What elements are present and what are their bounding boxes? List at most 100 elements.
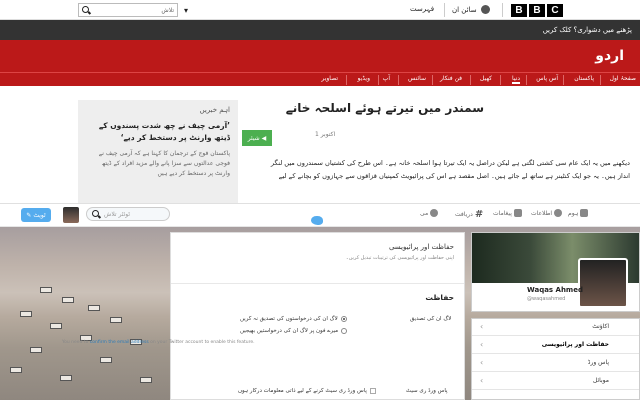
tw-nav-me[interactable]: می (420, 209, 439, 217)
bed-shape (30, 347, 42, 353)
settings-menu-item-security[interactable]: حفاظت اور پرائیویسی ‹ (472, 337, 639, 354)
top-stories-box: اہم خبریں ’آرمی چیف نے چھ شدت پسندوں کے … (78, 100, 238, 208)
top-story-summary: پاکستان فوج کے ترجمان کا کہنا ہے کہ آرمی… (98, 150, 230, 177)
bbc-search-box[interactable]: تلاش (78, 3, 178, 17)
nav-item-nearby[interactable]: آس پاس (536, 75, 558, 82)
search-icon[interactable] (92, 209, 101, 219)
radio-button[interactable] (340, 316, 347, 322)
bed-shape (88, 305, 100, 311)
bbc-logo-letter: B (529, 4, 545, 17)
user-icon (430, 209, 439, 217)
site-title[interactable]: اردو (595, 48, 624, 64)
login-verification-label: لاگ ان کی تصدیق (410, 316, 452, 322)
nav-item-science[interactable]: سائنس (408, 75, 426, 82)
mail-icon (513, 209, 522, 217)
nav-item-home[interactable]: صفحۂ اول (610, 75, 636, 82)
search-icon[interactable] (82, 5, 91, 15)
nav-divider (432, 75, 433, 85)
nav-item-pakistan[interactable]: پاکستان (574, 75, 594, 82)
confirm-email-link[interactable]: confirm the email address (90, 340, 149, 345)
note-prefix: You need to (62, 340, 89, 345)
more-dropdown[interactable]: ▾ (184, 6, 188, 15)
hash-icon: # (474, 209, 484, 220)
tw-nav-discover-label: دریافت (455, 211, 473, 218)
settings-title: حفاظت اور پرائیویسی (388, 243, 454, 251)
bed-shape (40, 287, 52, 293)
menu-item-label: موبائل (592, 377, 609, 384)
tw-nav-discover[interactable]: دریافت # (455, 209, 483, 220)
tw-nav-home[interactable]: ہوم (568, 209, 589, 217)
nav-item-world[interactable]: دنیا (512, 75, 520, 84)
nav-item-you[interactable]: آپ (383, 75, 390, 82)
settings-menu-item-account[interactable]: اکاؤنٹ ‹ (472, 319, 639, 336)
chevron-left-icon: ‹ (480, 322, 484, 331)
tw-nav-messages-label: پیغامات (493, 209, 512, 217)
bbc-top-bar: B B C سائن ان فہرست ▾ تلاش (0, 0, 640, 20)
nav-item-video[interactable]: ویڈیو (358, 75, 371, 82)
tweet-button[interactable]: ✎ ٹویٹ (21, 208, 51, 222)
login-option-off[interactable]: لاگ ان کی درخواستوں کی تصدیق نہ کریں (240, 316, 347, 322)
login-option-off-label: لاگ ان کی درخواستوں کی تصدیق نہ کریں (240, 316, 338, 322)
top-stories-heading: اہم خبریں (199, 106, 230, 114)
bed-shape (60, 375, 72, 381)
chevron-left-icon: ‹ (480, 376, 484, 385)
share-button[interactable]: شیئر ◀ (242, 130, 272, 146)
share-icon: ◀ (261, 134, 267, 142)
nav-divider (346, 75, 347, 85)
bird-icon[interactable] (311, 216, 323, 225)
password-reset-option[interactable]: پاس ورڈ ری سیٹ کرنے کے لیے ذاتی معلومات … (238, 388, 376, 394)
nav-item-arts[interactable]: فن فنکار (440, 75, 462, 82)
bbc-logo-letter: C (547, 4, 563, 17)
accessibility-banner[interactable]: پڑھنے میں دشواری؟ کلک کریں (0, 20, 640, 40)
chevron-left-icon: ‹ (480, 340, 484, 349)
top-story-headline[interactable]: ’آرمی چیف نے چھ شدت پسندوں کے ڈیتھ وارنٹ… (86, 120, 230, 144)
bed-shape (20, 311, 32, 317)
tw-nav-home-label: ہوم (568, 209, 579, 217)
note-suffix: on your Twitter account to enable this f… (150, 340, 255, 345)
menu-item-label: حفاظت اور پرائیویسی (541, 341, 609, 348)
nav-divider (563, 75, 564, 85)
divider (502, 3, 503, 17)
nav-divider (378, 75, 379, 85)
avatar[interactable] (63, 207, 79, 223)
login-option-on[interactable]: میرے فون پر لاگ ان کی درخواستیں بھیجیں (240, 328, 348, 334)
bell-icon (554, 209, 563, 217)
settings-menu-item-mobile[interactable]: موبائل ‹ (472, 373, 639, 390)
menu-link[interactable]: فہرست (410, 5, 434, 13)
nav-divider (526, 75, 527, 85)
share-label: شیئر (247, 134, 260, 142)
bbc-logo[interactable]: B B C (511, 4, 563, 17)
tw-nav-me-label: می (420, 209, 429, 217)
twitter-search-placeholder: ٹوئٹر تلاش (104, 210, 131, 218)
nav-divider (470, 75, 471, 85)
profile-avatar[interactable] (578, 258, 628, 308)
password-reset-option-label: پاس ورڈ ری سیٹ کرنے کے لیے ذاتی معلومات … (238, 388, 367, 394)
bed-shape (140, 377, 152, 383)
tw-nav-notifications[interactable]: اطلاعات (531, 209, 563, 217)
main-nav: صفحۂ اول پاکستان آس پاس دنیا کھیل فن فنک… (0, 72, 640, 86)
checkbox[interactable] (369, 388, 376, 394)
banner-text: پڑھنے میں دشواری؟ کلک کریں (542, 26, 632, 34)
bed-shape (10, 367, 22, 373)
email-confirm-note: You need to confirm the email address on… (62, 340, 255, 345)
bed-shape (110, 317, 122, 323)
profile-name[interactable]: Waqas Ahmed (527, 286, 583, 294)
nav-item-sports[interactable]: کھیل (480, 75, 492, 82)
password-reset-label: پاس ورڈ ری سیٹ (406, 388, 448, 394)
radio-button[interactable] (341, 328, 348, 334)
search-placeholder: تلاش (161, 6, 174, 14)
article-body: دیکھنے میں یہ ایک عام سی کشتی لگتی ہے لی… (270, 159, 630, 180)
bed-shape (50, 323, 62, 329)
menu-item-label: اکاؤنٹ (592, 323, 609, 330)
sign-in-link[interactable]: سائن ان (452, 5, 490, 14)
divider (171, 283, 464, 284)
tw-nav-messages[interactable]: پیغامات (493, 209, 522, 217)
nav-divider (398, 75, 399, 85)
divider (444, 3, 445, 17)
twitter-search-input[interactable]: ٹوئٹر تلاش (86, 207, 170, 221)
settings-menu-item-password[interactable]: پاس ورڈ ‹ (472, 355, 639, 372)
bed-shape (62, 297, 74, 303)
user-icon (480, 5, 490, 14)
profile-handle: @waqasahmed (527, 296, 566, 302)
nav-item-photos[interactable]: تصاویر (321, 75, 338, 82)
